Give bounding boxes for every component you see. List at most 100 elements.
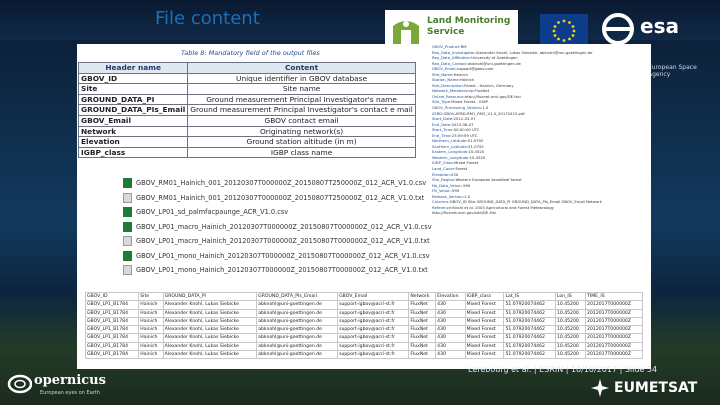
metadata-value: Alexander Knohl, Lukas Siebicke, abknohl… (475, 49, 593, 55)
table-row: GBOV_Email GBOV contact email (77, 114, 416, 127)
eumetsat-mark-icon (591, 379, 609, 397)
eumetsat-wordmark: EUMETSAT (614, 380, 698, 396)
data-cell: FluxNet (408, 333, 437, 343)
metadata-key: Site_Description: (432, 82, 465, 88)
metadata-line: http://fluxnet.ornl.gov/site/DE-Hai (432, 210, 651, 216)
eu-flag-logo (540, 14, 588, 46)
metadata-key: Columns: (432, 199, 450, 205)
data-column-header: Lat_IS (503, 291, 556, 302)
mandatory-fields-table: Header name Content GBOV_ID Unique identi… (77, 62, 416, 159)
file-name: GBOV_RM01_Hainich_001_20120307T000000Z_2… (136, 179, 427, 187)
esa-wordmark: esa (640, 14, 679, 38)
data-cell: Alexander Knohl, Lukas Siebicke (162, 325, 258, 335)
data-cell: 10.45200 (554, 316, 587, 327)
table-row: GBOV_LP1_B1784 Hainich Alexander Knohl, Lu… (84, 333, 643, 343)
metadata-value: http://fluxnet.ornl.gov/site/DE-Hai (432, 210, 496, 216)
data-cell: GBOV_LP1_B1784 (84, 300, 140, 310)
metadata-key: Site_Name: (432, 71, 454, 77)
data-cell: support-igbov@acri-st.fr (337, 316, 410, 327)
metadata-value: -999 (461, 182, 471, 188)
esa-mark-icon (602, 13, 634, 45)
data-cell: support-igbov@acri-st.fr (337, 341, 410, 352)
data-cell: support-igbov@acri-st.fr (337, 300, 410, 310)
header-name-cell: GBOV_ID (77, 72, 189, 85)
data-cell: 2012017T000000Z (585, 300, 643, 310)
data-cell: 2012017T000000Z (585, 350, 643, 360)
metadata-key: Reo_Data_Affiliation: (432, 55, 472, 61)
content-cell: Site name (187, 83, 416, 95)
data-column-header: GBOV_Email (337, 291, 410, 302)
metadata-value: Hainich (453, 71, 468, 77)
data-cell: FluxNet (408, 350, 437, 360)
text-file-icon (123, 192, 132, 203)
metadata-value: 10.4520 (469, 154, 486, 160)
metadata-value: -999 (450, 188, 460, 194)
data-cell: Alexander Knohl, Lukas Siebicke (162, 341, 258, 352)
data-table-body: GBOV_LP1_B1784 Hainich Alexander Knohl, Lu… (84, 300, 643, 360)
data-cell: abknohl@uni-goettingen.de (256, 325, 339, 335)
file-name: GBOV_LP01_mono_Hainich_20120307T000000Z_… (136, 266, 428, 274)
header-name-cell: Network (77, 125, 189, 138)
data-column-header: TIME_IS (585, 291, 643, 302)
metadata-value: 51.0792 (467, 138, 484, 144)
slide: File content Land Monitoring Service esa… (0, 0, 720, 405)
content-panel: Table 8: Mandatory field of the output f… (77, 44, 651, 369)
data-cell: support-igbov@acri-st.fr (337, 350, 410, 360)
metadata-value: 430 (450, 171, 459, 177)
metadata-value: 2012-03-07 (453, 116, 476, 122)
metadata-key: Southern_Latitude: (432, 143, 469, 149)
metadata-key: GBOV_Email: (432, 66, 457, 72)
metadata-key: No_Data_Value: (432, 182, 462, 188)
data-cell: Hainich (138, 350, 164, 360)
excel-file-icon (123, 221, 132, 232)
excel-file-icon (123, 178, 132, 188)
metadata-value: 1.0 (463, 193, 471, 199)
metadata-key: Start_Date: (432, 116, 454, 122)
data-cell: 430 (435, 300, 466, 310)
metadata-value: Mixed Forest (454, 160, 479, 166)
copernicus-wordmark: opernicus (34, 373, 106, 388)
data-cell: 430 (435, 316, 466, 327)
header-name-cell: GROUND_DATA_PI (77, 93, 189, 106)
data-cell: 2012017T000000Z (585, 325, 643, 335)
table-header-row: Header name Content (77, 62, 416, 74)
data-cell: GBOV_LP1_B1784 (84, 316, 140, 327)
metadata-key: Elevation: (432, 171, 451, 177)
data-column-header: GBOV_ID (84, 291, 140, 302)
table-row: IGBP_class IGBP class name (77, 146, 416, 159)
data-cell: 430 (435, 325, 466, 335)
data-cell: 2012017T000000Z (585, 316, 643, 327)
metadata-value: Forest - Hainich, Germany (464, 82, 514, 88)
data-cell: FluxNet (408, 325, 437, 335)
data-column-header: IGBP_class (464, 291, 505, 302)
data-cell: Hainich (138, 308, 164, 318)
metadata-key: Reo_Data_Investigator: (432, 49, 476, 55)
metadata-value: GBOV_ID Site GROUND_DATA_PI GROUND_DATA_… (449, 199, 602, 205)
content-cell: Unique identifier in GBOV database (187, 72, 416, 85)
data-cell: 10.45200 (554, 308, 587, 318)
header-name-cell: Elevation (77, 136, 189, 148)
table-row: GROUND_DATA_PI Ground measurement Princip… (77, 93, 416, 106)
excel-file-icon (123, 207, 132, 217)
data-cell: 10.45200 (554, 325, 587, 335)
esa-subtitle: European Space Agency (648, 64, 697, 78)
table-row: Network Originating network(s) (77, 125, 416, 138)
data-cell: support-igbov@acri-st.fr (337, 308, 410, 318)
content-cell: Ground measurement Principal Investigato… (187, 93, 416, 106)
table-row: Elevation Ground station altitude (in m) (77, 136, 416, 148)
slide-title: File content (155, 8, 260, 29)
metadata-key: End_Time: (432, 132, 452, 138)
copernicus-logo: opernicus European eyes on Earth (6, 371, 126, 401)
metadata-key: Reo_Data_Contact: (432, 60, 469, 66)
data-cell: Hainich (138, 316, 164, 327)
metadata-value: RM (460, 44, 467, 49)
data-cell: 2012017T000000Z (585, 308, 643, 318)
data-cell: FluxNet (408, 308, 437, 318)
data-cell: GBOV_LP1_B1784 (84, 333, 140, 343)
data-cell: Mixed Forest (464, 316, 505, 327)
metadata-key: Reference: (432, 204, 453, 210)
table-row: GBOV_LP1_B1784 Hainich Alexander Knohl, Lu… (84, 341, 643, 352)
data-cell: Hainich (138, 341, 164, 352)
data-cell: Mixed Forest (464, 341, 505, 352)
land-monitoring-text: Land Monitoring Service (427, 16, 511, 37)
